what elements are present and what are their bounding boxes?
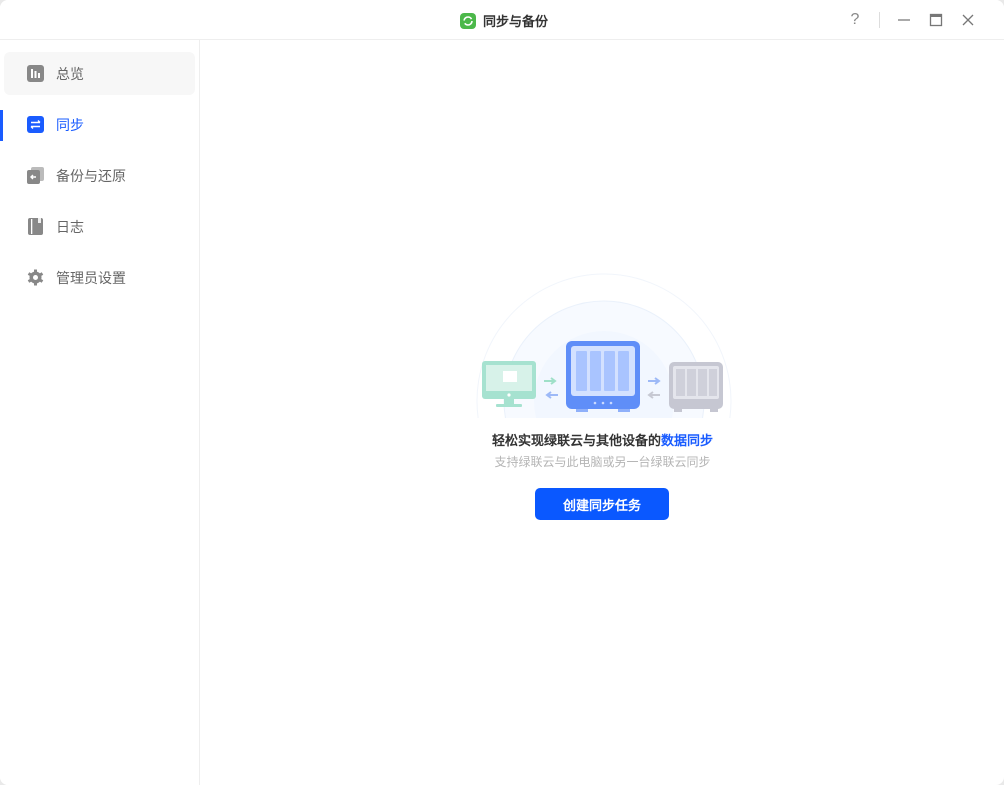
empty-state-subtext: 支持绿联云与此电脑或另一台绿联云同步 bbox=[494, 455, 711, 469]
sidebar-item-sync[interactable]: 同步 bbox=[4, 103, 195, 146]
sidebar-item-backup-restore[interactable]: 备份与还原 bbox=[4, 154, 195, 197]
active-indicator bbox=[0, 110, 3, 141]
create-sync-task-button[interactable]: 创建同步任务 bbox=[535, 488, 669, 520]
sync-icon bbox=[27, 116, 44, 133]
sidebar-item-label: 总览 bbox=[56, 65, 84, 82]
empty-state-headline: 轻松实现绿联云与其他设备的数据同步 bbox=[201, 430, 1004, 449]
sidebar-item-label: 备份与还原 bbox=[56, 167, 126, 184]
sidebar-item-overview[interactable]: 总览 bbox=[4, 52, 195, 95]
title-bar: 同步与备份 ? bbox=[0, 0, 1004, 40]
divider bbox=[879, 12, 880, 28]
window-title: 同步与备份 bbox=[460, 11, 548, 30]
app-sync-icon bbox=[460, 12, 476, 29]
headline-text: 轻松实现绿联云与其他设备的 bbox=[491, 433, 661, 448]
backup-restore-icon bbox=[27, 167, 44, 184]
sidebar-item-log[interactable]: 日志 bbox=[4, 205, 195, 248]
gear-icon bbox=[27, 269, 44, 286]
app-window: 同步与备份 ? 总览 同步 备份与还原 日志 管理员设置 轻松实现绿联云与其他设… bbox=[0, 0, 1004, 785]
log-icon bbox=[27, 218, 44, 235]
headline-highlight: 数据同步 bbox=[661, 433, 714, 448]
sidebar-item-admin-settings[interactable]: 管理员设置 bbox=[4, 256, 195, 299]
sidebar-item-label: 日志 bbox=[56, 218, 84, 235]
sidebar-item-label: 管理员设置 bbox=[56, 269, 126, 286]
maximize-button[interactable] bbox=[920, 10, 952, 30]
window-title-text: 同步与备份 bbox=[483, 14, 549, 29]
close-button[interactable] bbox=[952, 10, 984, 30]
remote-nas-icon bbox=[669, 362, 723, 412]
sync-illustration bbox=[476, 273, 732, 418]
overview-icon bbox=[27, 65, 44, 82]
nas-icon bbox=[566, 341, 640, 412]
sidebar: 总览 同步 备份与还原 日志 管理员设置 bbox=[0, 40, 200, 785]
sidebar-item-label: 同步 bbox=[56, 116, 84, 133]
main-content: 轻松实现绿联云与其他设备的数据同步 支持绿联云与此电脑或另一台绿联云同步 创建同… bbox=[201, 41, 1004, 785]
help-button[interactable]: ? bbox=[839, 10, 871, 30]
minimize-button[interactable] bbox=[888, 10, 920, 30]
